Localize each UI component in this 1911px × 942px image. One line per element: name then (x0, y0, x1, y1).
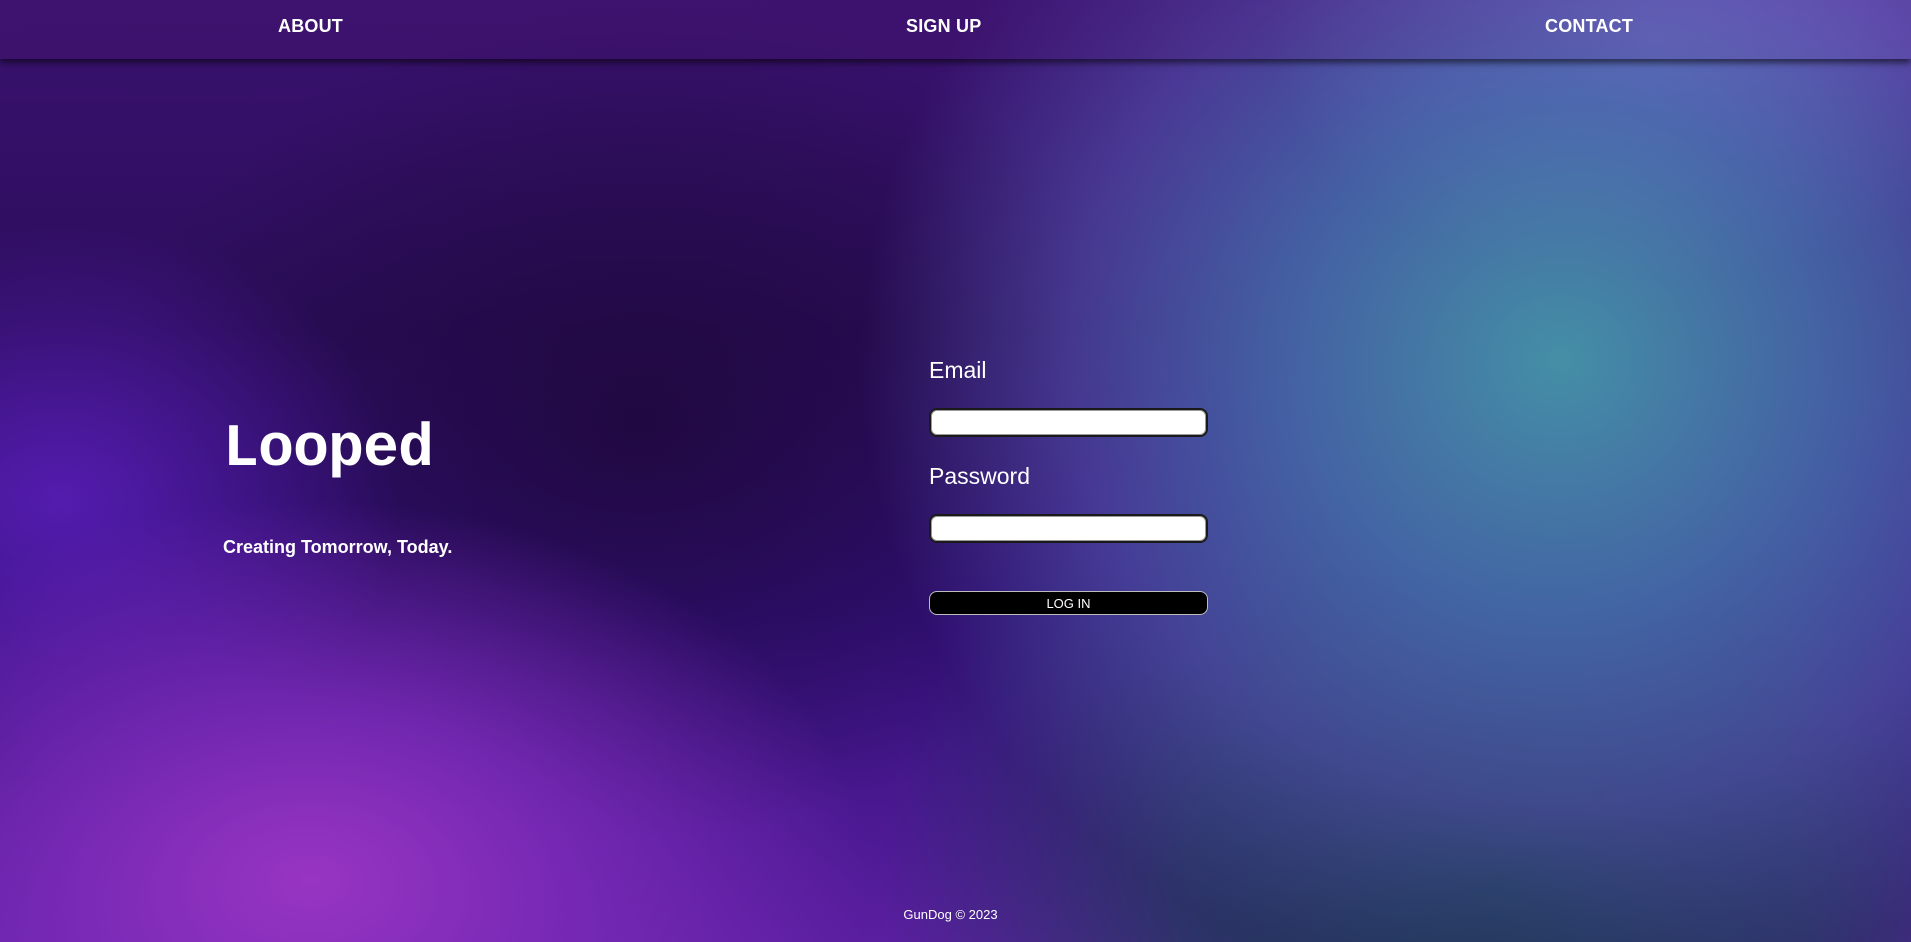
brand-tagline: Creating Tomorrow, Today. (223, 537, 453, 557)
password-label: Password (929, 463, 1030, 489)
log-in-button[interactable]: LOG IN (929, 591, 1208, 615)
nav-link-about[interactable]: ABOUT (278, 16, 343, 37)
top-navbar: ABOUT SIGN UP CONTACT (0, 0, 1911, 59)
nav-link-sign-up[interactable]: SIGN UP (906, 16, 981, 37)
password-input[interactable] (929, 514, 1208, 543)
email-label: Email (929, 357, 987, 383)
nav-link-contact[interactable]: CONTACT (1545, 16, 1633, 37)
brand-logo-text: Looped (223, 416, 434, 484)
email-input[interactable] (929, 408, 1208, 437)
footer-copyright: GunDog © 2023 (903, 907, 998, 922)
